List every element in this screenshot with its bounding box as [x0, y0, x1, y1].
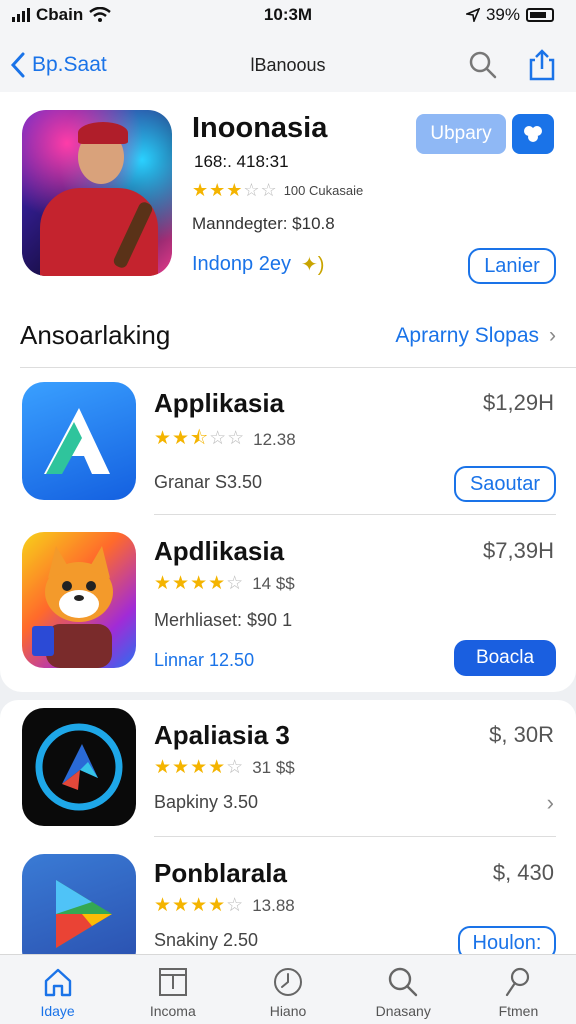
sparkle-icon: ✦): [300, 254, 325, 276]
chevron-left-icon: [10, 52, 25, 78]
tab-home[interactable]: Idaye: [0, 955, 115, 1024]
star-rating: ★★★★☆: [154, 757, 245, 778]
section-header: Ansoarlaking Aprarny Slopas ›: [0, 314, 576, 358]
featured-primary-button[interactable]: Ubpary: [416, 114, 506, 154]
tab-label: Ftmen: [498, 1003, 539, 1019]
featured-rating: ★★★☆☆ 100 Cukasaie: [192, 180, 363, 201]
app-meta: Merhliaset: $90 1: [154, 610, 293, 630]
app-name: Ponblarala: [154, 858, 287, 888]
app-icon: [22, 708, 136, 826]
star-rating: ★★⯪☆☆: [154, 428, 246, 449]
app-meta-link[interactable]: Linnar 12.50: [154, 650, 254, 671]
rating-count: 14 $$: [252, 573, 295, 593]
status-time: 10:3M: [263, 5, 313, 24]
featured-link-text: Indonp 2ey: [192, 253, 291, 275]
tab-label: Idaye: [40, 1003, 75, 1019]
featured-link[interactable]: Indonp 2ey ✦): [192, 252, 324, 277]
list-item[interactable]: Ponblarala ★★★★☆ 13.88 Snakiny 2.50 $, 4…: [0, 838, 576, 954]
tab-profile[interactable]: Ftmen: [461, 955, 576, 1024]
share-icon[interactable]: [526, 48, 558, 82]
app-icon: [22, 854, 136, 954]
app-icon: [22, 382, 136, 500]
chevron-right-icon: ›: [549, 324, 556, 347]
app-name: Applikasia: [154, 388, 285, 418]
divider: [154, 514, 556, 515]
tab-search[interactable]: Dnasany: [346, 955, 461, 1024]
app-icon: [22, 532, 136, 668]
app-price: $, 430: [492, 860, 554, 885]
person-icon: [506, 967, 530, 997]
app-action-button[interactable]: Saoutar: [454, 466, 556, 502]
app-name: Apdlikasia: [154, 536, 285, 566]
rating-count: 100 Cukasaie: [283, 183, 364, 198]
main-card: Inoonasia 168:. 418:31 ★★★☆☆ 100 Cukasai…: [0, 92, 576, 692]
back-button[interactable]: Bp.Saat: [10, 51, 107, 79]
rating-count: 31 $$: [252, 757, 295, 777]
star-rating: ★★★★☆: [154, 895, 245, 916]
chevron-right-icon[interactable]: ›: [547, 790, 554, 816]
clock-icon: [274, 968, 302, 996]
app-action-button[interactable]: Boacla: [454, 640, 556, 676]
tab-apps[interactable]: Incoma: [115, 955, 230, 1024]
app-price: $1,29H: [483, 390, 554, 415]
divider: [154, 836, 556, 837]
tab-label: Dnasany: [375, 1003, 431, 1019]
search-icon[interactable]: [468, 50, 498, 80]
apps-icon: [158, 968, 187, 996]
search-icon: [389, 967, 418, 997]
app-action-button[interactable]: Houlon:: [458, 926, 556, 954]
app-rating: ★★★★☆ 14 $$: [154, 572, 295, 595]
app-rating: ★★★★☆ 13.88: [154, 894, 295, 917]
tab-label: Incoma: [149, 1003, 196, 1019]
section-title: Ansoarlaking: [20, 320, 171, 350]
secondary-card: Apaliasia 3 ★★★★☆ 31 $$ Bapkiny 3.50 $, …: [0, 700, 576, 954]
section-see-all-link[interactable]: Aprarny Slopas ›: [395, 324, 556, 348]
featured-title: Inoonasia: [192, 112, 328, 144]
star-rating: ★★★☆☆: [192, 180, 278, 200]
rating-count: 12.38: [253, 430, 296, 449]
app-meta: Bapkiny 3.50: [154, 792, 259, 812]
featured-subtitle: 168:. 418:31: [194, 152, 289, 171]
featured-secondary-button[interactable]: Lanier: [468, 248, 556, 284]
featured-icon-button[interactable]: [512, 114, 554, 154]
app-price: $, 30R: [489, 722, 554, 747]
nav-bar: Bp.Saat lBanoous: [0, 30, 576, 100]
app-meta: Granar S3.50: [154, 472, 263, 492]
tab-label: Hiano: [269, 1003, 307, 1019]
rating-count: 13.88: [252, 895, 295, 915]
star-rating: ★★★★☆: [154, 573, 245, 594]
featured-app-icon[interactable]: [22, 110, 172, 276]
tab-bar: Idaye Incoma Hiano Dnasany Ftmen: [0, 954, 576, 1024]
battery-icon: [526, 8, 554, 22]
nav-actions: [468, 48, 558, 82]
tab-history[interactable]: Hiano: [230, 955, 345, 1024]
app-price: $7,39H: [483, 538, 554, 563]
app-rating: ★★★★☆ 31 $$: [154, 756, 295, 779]
section-link-label: Aprarny Slopas: [395, 324, 539, 347]
app-meta: Snakiny 2.50: [154, 930, 259, 950]
list-item[interactable]: Apdlikasia ★★★★☆ 14 $$ Merhliaset: $90 1…: [0, 516, 576, 676]
home-icon: [44, 968, 71, 997]
list-item[interactable]: Apaliasia 3 ★★★★☆ 31 $$ Bapkiny 3.50 $, …: [0, 700, 576, 840]
status-bar: Cbain 10:3M 39%: [0, 0, 576, 30]
app-rating: ★★⯪☆☆ 12.38: [154, 424, 296, 456]
list-item[interactable]: Applikasia ★★⯪☆☆ 12.38 Granar S3.50 $1,2…: [0, 368, 576, 508]
featured-meta: Manndegter: $10.8: [192, 214, 335, 233]
clover-icon: [524, 126, 542, 142]
back-label: Bp.Saat: [32, 53, 107, 76]
app-name: Apaliasia 3: [154, 720, 290, 750]
